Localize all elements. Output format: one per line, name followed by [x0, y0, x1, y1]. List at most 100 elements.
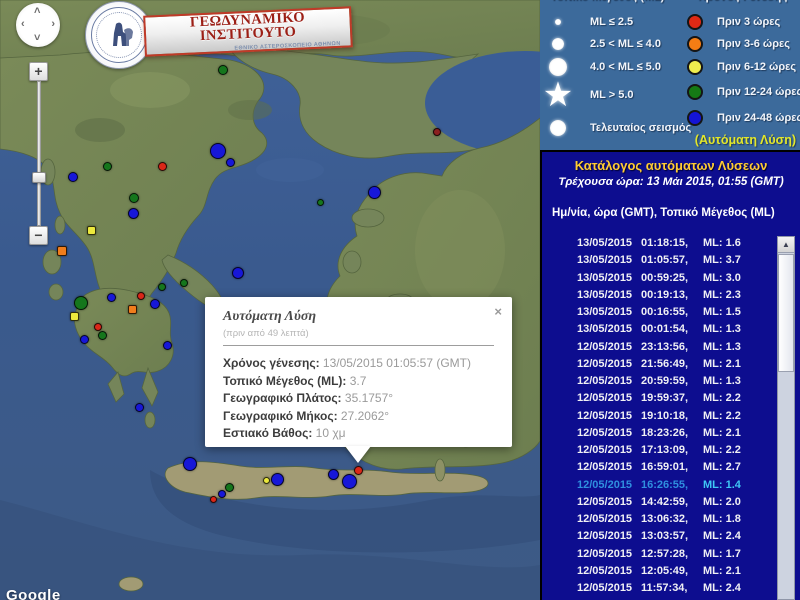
map-pan-control[interactable]: ˄ ˅ ‹ › [16, 3, 60, 47]
earthquake-list-row[interactable]: 13/05/2015 01:05:57, ML: 3.7 [542, 252, 776, 269]
earthquake-marker-blue[interactable] [107, 293, 116, 302]
earthquake-marker-orange[interactable] [128, 305, 137, 314]
catalog-scrollbar[interactable]: ▲ [777, 236, 795, 600]
earthquake-marker-green[interactable] [225, 483, 234, 492]
earthquake-marker-green[interactable] [103, 162, 112, 171]
earthquake-list-row[interactable]: 12/05/2015 12:05:49, ML: 2.1 [542, 563, 776, 580]
earthquake-marker-red[interactable] [137, 292, 145, 300]
scrollbar-thumb[interactable] [778, 254, 794, 372]
pan-up-icon[interactable]: ˄ [34, 6, 40, 17]
earthquake-list-row[interactable]: 12/05/2015 23:13:56, ML: 1.3 [542, 339, 776, 356]
earthquake-marker-blue[interactable] [368, 186, 381, 199]
zoom-slider-handle[interactable] [32, 172, 46, 183]
legend-time-label: Πριν 24-48 ώρες [717, 112, 800, 124]
earthquake-marker-red[interactable] [94, 323, 102, 331]
earthquake-marker-yellow[interactable] [70, 312, 79, 321]
magnitude-dot-icon [549, 58, 567, 76]
earthquake-marker-red[interactable] [158, 162, 167, 171]
earthquake-marker-green[interactable] [158, 283, 166, 291]
earthquake-marker-blue[interactable] [226, 158, 235, 167]
map-panel[interactable]: ˄ ˅ ‹ › + − ΓΕΩΔΥΝΑΜΙΚΟ ΙΝΣΤΙΤΟΥΤΟ ΕΘΝΙΚ… [0, 0, 540, 600]
zoom-slider-track[interactable] [37, 81, 41, 226]
earthquake-marker-blue[interactable] [218, 490, 226, 498]
earthquake-list-row[interactable]: 13/05/2015 00:19:13, ML: 2.3 [542, 287, 776, 304]
earthquake-marker-blue[interactable] [210, 143, 226, 159]
earthquake-list-row[interactable]: 12/05/2015 19:59:37, ML: 2.2 [542, 390, 776, 407]
earthquake-marker-blue[interactable] [183, 457, 197, 471]
earthquake-list-row[interactable]: 12/05/2015 13:06:32, ML: 1.8 [542, 511, 776, 528]
legend-auto-solution-note: (Αυτόματη Λύση) [695, 133, 796, 147]
earthquake-list-row[interactable]: 12/05/2015 13:03:57, ML: 2.4 [542, 528, 776, 545]
row-magnitude: ML: 1.8 [703, 511, 741, 528]
earthquake-list-row[interactable]: 12/05/2015 21:56:49, ML: 2.1 [542, 356, 776, 373]
popup-field-label: Γεωγραφικό Μήκος: [223, 409, 341, 423]
time-color-dot-icon [687, 36, 703, 52]
earthquake-marker-orange[interactable] [57, 246, 67, 256]
popup-field-label: Χρόνος γένεσης: [223, 356, 323, 370]
row-date: 12/05/2015 [577, 373, 632, 390]
row-date: 13/05/2015 [577, 287, 632, 304]
row-magnitude: ML: 1.3 [703, 373, 741, 390]
earthquake-list-row[interactable]: 12/05/2015 16:59:01, ML: 2.7 [542, 459, 776, 476]
earthquake-marker-blue[interactable] [163, 341, 172, 350]
earthquake-list-row[interactable]: 12/05/2015 14:42:59, ML: 2.0 [542, 494, 776, 511]
popup-field: Τοπικό Μέγεθος (ML): 3.7 [223, 373, 502, 391]
earthquake-list-row[interactable]: 13/05/2015 00:16:55, ML: 1.5 [542, 304, 776, 321]
earthquake-marker-red[interactable] [210, 496, 217, 503]
earthquake-marker-blue[interactable] [68, 172, 78, 182]
pan-down-icon[interactable]: ˅ [34, 33, 40, 44]
row-time: 16:26:55, [641, 477, 688, 494]
earthquake-marker-darkred[interactable] [433, 128, 441, 136]
earthquake-list-row[interactable]: 13/05/2015 00:01:54, ML: 1.3 [542, 321, 776, 338]
earthquake-marker-red[interactable] [354, 466, 363, 475]
last-earthquake-dot-icon [550, 120, 566, 136]
legend-time-label: Πριν 6-12 ώρες [717, 61, 796, 73]
row-magnitude: ML: 2.0 [703, 494, 741, 511]
earthquake-list-row[interactable]: 12/05/2015 20:59:59, ML: 1.3 [542, 373, 776, 390]
earthquake-marker-blue[interactable] [128, 208, 139, 219]
earthquake-marker-green[interactable] [180, 279, 188, 287]
legend: Τοπικό Μέγεθος (ML) Χρόνος Γένεσης ML ≤ … [540, 0, 800, 152]
earthquake-list-row[interactable]: 12/05/2015 12:57:28, ML: 1.7 [542, 546, 776, 563]
legend-size-label: 4.0 < ML ≤ 5.0 [590, 61, 661, 73]
earthquake-marker-blue[interactable] [342, 474, 357, 489]
pan-left-icon[interactable]: ‹ [21, 19, 25, 30]
earthquake-marker-blue[interactable] [232, 267, 244, 279]
row-magnitude: ML: 1.3 [703, 339, 741, 356]
earthquake-list-row[interactable]: 12/05/2015 17:13:09, ML: 2.2 [542, 442, 776, 459]
earthquake-marker-blue[interactable] [80, 335, 89, 344]
earthquake-list-row[interactable]: 13/05/2015 01:18:15, ML: 1.6 [542, 235, 776, 252]
earthquake-marker-green[interactable] [74, 296, 88, 310]
earthquake-list-row[interactable]: 13/05/2015 00:59:25, ML: 3.0 [542, 270, 776, 287]
legend-time-label: Πριν 3-6 ώρες [717, 38, 790, 50]
pan-right-icon[interactable]: › [51, 19, 55, 30]
earthquake-marker-yellow[interactable] [263, 477, 270, 484]
earthquake-marker-green[interactable] [129, 193, 139, 203]
row-magnitude: ML: 1.7 [703, 546, 741, 563]
earthquake-marker-green[interactable] [218, 65, 228, 75]
catalog-title: Κατάλογος αυτόματων Λύσεων [542, 158, 800, 173]
scroll-up-arrow-icon[interactable]: ▲ [778, 237, 794, 253]
close-icon[interactable]: × [494, 305, 502, 318]
earthquake-list-row[interactable]: 12/05/2015 19:10:18, ML: 2.2 [542, 408, 776, 425]
earthquake-marker-blue[interactable] [135, 403, 144, 412]
earthquake-marker-blue[interactable] [150, 299, 160, 309]
row-date: 12/05/2015 [577, 425, 632, 442]
zoom-in-button[interactable]: + [29, 62, 48, 81]
google-watermark: Google [6, 587, 61, 600]
row-time: 12:57:28, [641, 546, 688, 563]
earthquake-marker-green[interactable] [98, 331, 107, 340]
earthquake-marker-blue[interactable] [271, 473, 284, 486]
earthquake-list-row[interactable]: 12/05/2015 18:23:26, ML: 2.1 [542, 425, 776, 442]
row-magnitude: ML: 2.7 [703, 459, 741, 476]
earthquake-info-popup: Αυτόματη Λύση (πριν από 49 λεπτά) × Χρόν… [205, 297, 512, 447]
earthquake-marker-blue[interactable] [328, 469, 339, 480]
row-magnitude: ML: 1.3 [703, 321, 741, 338]
earthquake-list-row[interactable]: 12/05/2015 16:26:55, ML: 1.4 [542, 477, 776, 494]
earthquake-marker-yellow[interactable] [87, 226, 96, 235]
zoom-out-button[interactable]: − [29, 226, 48, 245]
earthquake-list-row[interactable]: 12/05/2015 11:57:34, ML: 2.4 [542, 580, 776, 597]
earthquake-marker-green[interactable] [317, 199, 324, 206]
row-magnitude: ML: 2.3 [703, 287, 741, 304]
star-magnitude-icon: ★ [543, 76, 573, 114]
